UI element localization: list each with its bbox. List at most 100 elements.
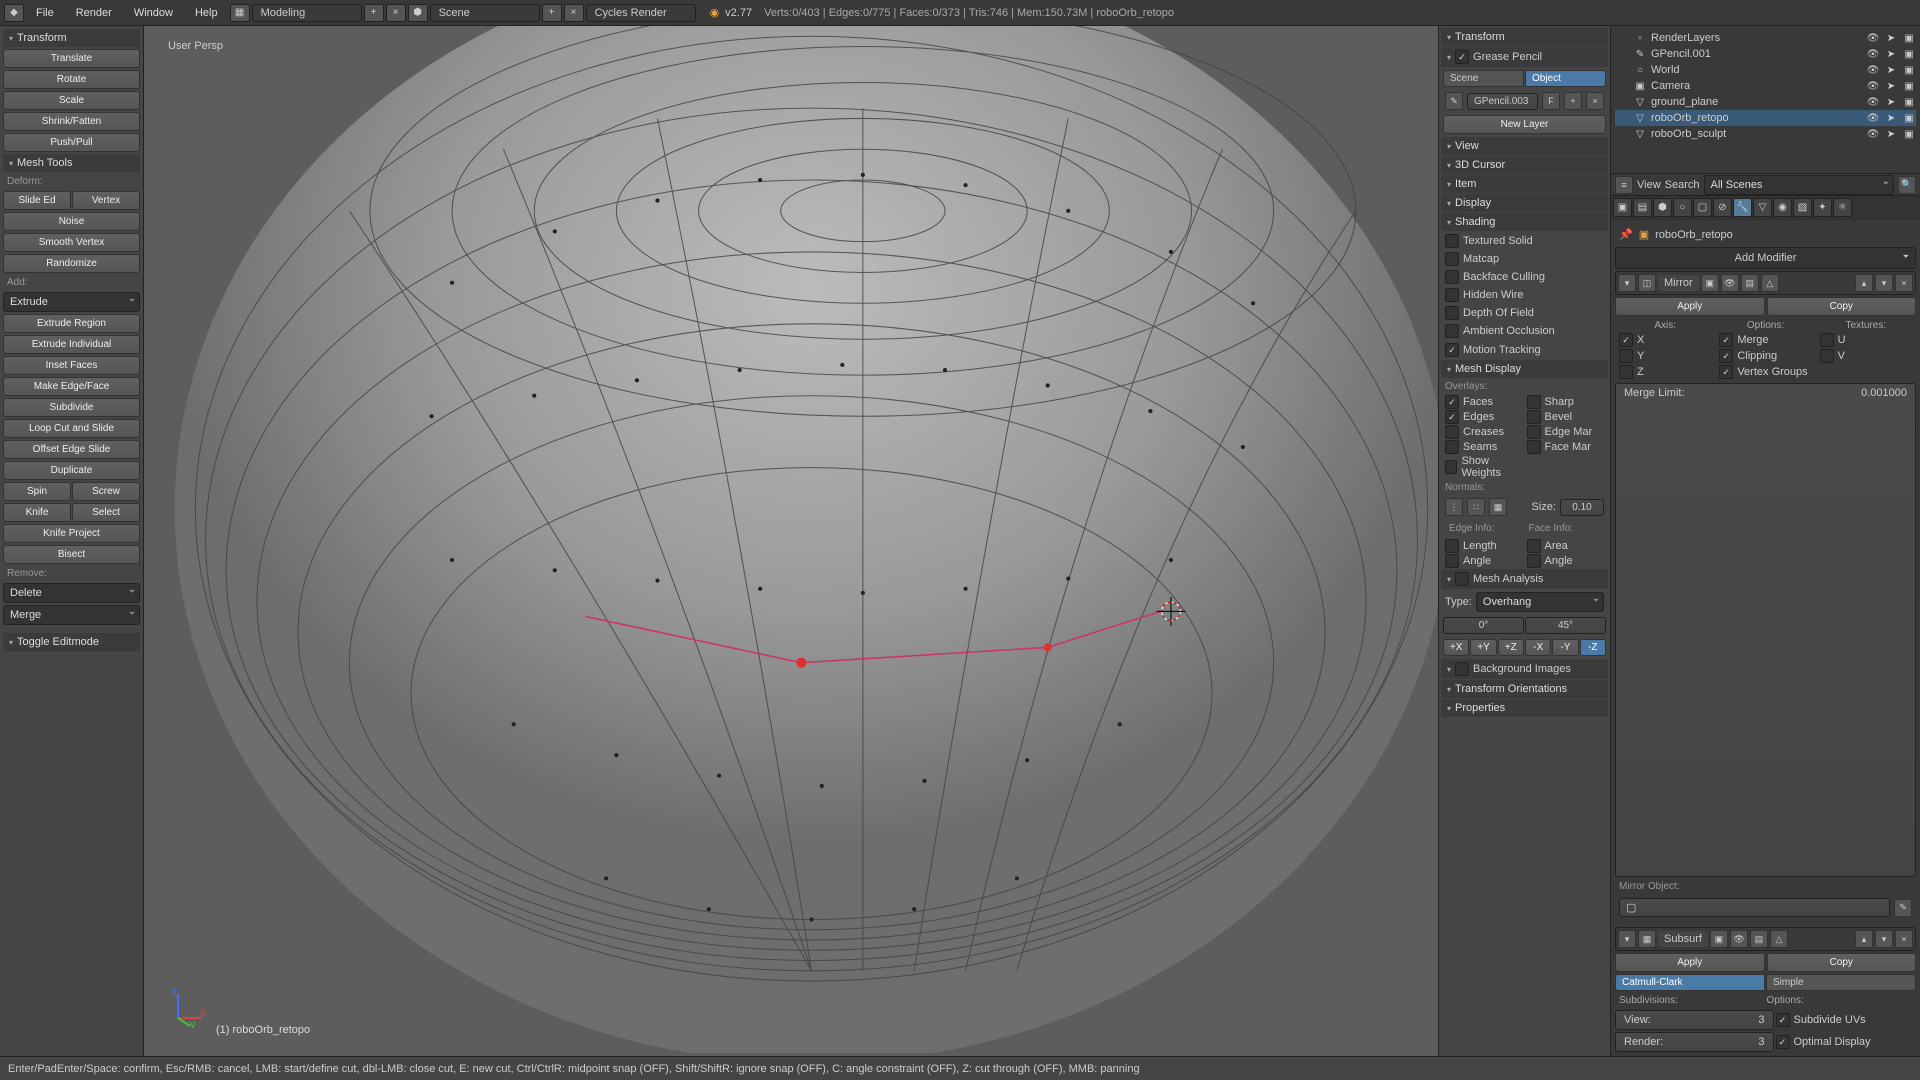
tab-world[interactable]: ○	[1673, 198, 1692, 217]
overlay-Edges-check[interactable]	[1445, 410, 1459, 424]
axis-+Y-button[interactable]: +Y	[1470, 639, 1496, 656]
motion-tracking-check[interactable]	[1445, 343, 1459, 357]
overlay-Creases-check[interactable]	[1445, 425, 1459, 439]
transform-header[interactable]: Transform	[1441, 28, 1608, 46]
visibility-icon[interactable]: 👁	[1866, 79, 1880, 93]
scene-add[interactable]: +	[542, 4, 562, 22]
screen-layout-dropdown[interactable]: Modeling	[252, 4, 362, 22]
layout-del[interactable]: ×	[386, 4, 406, 22]
tab-render-layers[interactable]: ▤	[1633, 198, 1652, 217]
tab-render[interactable]: ▣	[1613, 198, 1632, 217]
gp-name-field[interactable]: GPencil.003	[1467, 93, 1538, 110]
outliner-search-menu[interactable]: Search	[1665, 179, 1700, 191]
selectable-icon[interactable]: ➤	[1884, 63, 1898, 77]
analysis-min[interactable]: 0°	[1443, 617, 1524, 634]
subdivide-uvs-check[interactable]	[1776, 1013, 1790, 1027]
renderable-icon[interactable]: ▣	[1902, 47, 1916, 61]
grease-pencil-header[interactable]: Grease Pencil	[1441, 47, 1608, 67]
shading-5-check[interactable]	[1445, 324, 1459, 338]
axis-+Z-button[interactable]: +Z	[1498, 639, 1524, 656]
outliner-filter-dropdown[interactable]: All Scenes	[1704, 175, 1894, 195]
pin-icon[interactable]: 📌	[1619, 228, 1633, 241]
loop-cut-button[interactable]: Loop Cut and Slide	[3, 419, 140, 438]
push-pull-button[interactable]: Push/Pull	[3, 133, 140, 152]
outliner-item-RenderLayers[interactable]: ▫RenderLayers👁➤▣	[1615, 30, 1916, 46]
tab-data[interactable]: ▽	[1753, 198, 1772, 217]
scale-button[interactable]: Scale	[3, 91, 140, 110]
mirror-x-check[interactable]	[1619, 333, 1633, 347]
outliner-item-roboOrb_retopo[interactable]: ▽roboOrb_retopo👁➤▣	[1615, 110, 1916, 126]
outliner-item-Camera[interactable]: ▣Camera👁➤▣	[1615, 78, 1916, 94]
tab-physics[interactable]: ⚛	[1833, 198, 1852, 217]
axis--X-button[interactable]: -X	[1525, 639, 1551, 656]
mirror-object-field[interactable]: ▢	[1619, 898, 1890, 917]
selectable-icon[interactable]: ➤	[1884, 31, 1898, 45]
subsurf-realtime[interactable]: 👁	[1730, 930, 1748, 948]
mirror-expand[interactable]: ▾	[1618, 274, 1636, 292]
noise-button[interactable]: Noise	[3, 212, 140, 231]
tab-object[interactable]: ▢	[1693, 198, 1712, 217]
randomize-button[interactable]: Randomize	[3, 254, 140, 273]
selectable-icon[interactable]: ➤	[1884, 111, 1898, 125]
mirror-merge-check[interactable]	[1719, 333, 1733, 347]
scene-icon[interactable]: ⬢	[408, 4, 428, 22]
normal-size-field[interactable]: 0.10	[1560, 499, 1604, 516]
renderable-icon[interactable]: ▣	[1902, 63, 1916, 77]
visibility-icon[interactable]: 👁	[1866, 63, 1880, 77]
subsurf-view-field[interactable]: View:3	[1615, 1010, 1774, 1030]
subsurf-delete[interactable]: ×	[1895, 930, 1913, 948]
overlay-Face Mar-check[interactable]	[1527, 440, 1541, 454]
slide-edge-button[interactable]: Slide Ed	[3, 191, 71, 210]
mirror-copy-button[interactable]: Copy	[1767, 297, 1917, 316]
knife-select-button[interactable]: Select	[72, 503, 140, 522]
spin-button[interactable]: Spin	[3, 482, 71, 501]
rotate-button[interactable]: Rotate	[3, 70, 140, 89]
bg-images-check[interactable]	[1455, 662, 1469, 676]
mirror-move-up[interactable]: ▴	[1855, 274, 1873, 292]
outliner-item-roboOrb_sculpt[interactable]: ▽roboOrb_sculpt👁➤▣	[1615, 126, 1916, 142]
merge-dropdown[interactable]: Merge	[3, 605, 140, 625]
subsurf-render-field[interactable]: Render:3	[1615, 1032, 1774, 1052]
subsurf-cage[interactable]: △	[1770, 930, 1788, 948]
mirror-y-check[interactable]	[1619, 349, 1633, 363]
mirror-name-field[interactable]: Mirror	[1658, 275, 1699, 291]
mirror-v-check[interactable]	[1820, 349, 1834, 363]
selectable-icon[interactable]: ➤	[1884, 127, 1898, 141]
visibility-icon[interactable]: 👁	[1866, 127, 1880, 141]
menu-file[interactable]: File	[26, 3, 64, 23]
analysis-type-dropdown[interactable]: Overhang	[1476, 592, 1604, 612]
render-engine-dropdown[interactable]: Cycles Render	[586, 4, 696, 22]
item-header[interactable]: Item	[1441, 175, 1608, 193]
mesh-display-header[interactable]: Mesh Display	[1441, 360, 1608, 378]
subsurf-render[interactable]: ▣	[1710, 930, 1728, 948]
mesh-analysis-check[interactable]	[1455, 572, 1469, 586]
tab-particles[interactable]: ✦	[1813, 198, 1832, 217]
tab-modifiers[interactable]: 🔧	[1733, 198, 1752, 217]
tab-constraints[interactable]: ⊘	[1713, 198, 1732, 217]
knife-button[interactable]: Knife	[3, 503, 71, 522]
visibility-icon[interactable]: 👁	[1866, 31, 1880, 45]
subsurf-name-field[interactable]: Subsurf	[1658, 931, 1708, 947]
smooth-vertex-button[interactable]: Smooth Vertex	[3, 233, 140, 252]
knife-project-button[interactable]: Knife Project	[3, 524, 140, 543]
mirror-render[interactable]: ▣	[1701, 274, 1719, 292]
extrude-dropdown[interactable]: Extrude	[3, 292, 140, 312]
mirror-move-down[interactable]: ▾	[1875, 274, 1893, 292]
renderable-icon[interactable]: ▣	[1902, 79, 1916, 93]
optimal-display-check[interactable]	[1776, 1035, 1790, 1049]
mirror-cage[interactable]: △	[1761, 274, 1779, 292]
subsurf-expand[interactable]: ▾	[1618, 930, 1636, 948]
selectable-icon[interactable]: ➤	[1884, 79, 1898, 93]
shrink-fatten-button[interactable]: Shrink/Fatten	[3, 112, 140, 131]
renderable-icon[interactable]: ▣	[1902, 127, 1916, 141]
layout-icon[interactable]: ▦	[230, 4, 250, 22]
new-layer-button[interactable]: New Layer	[1443, 115, 1606, 134]
outliner-search-icon[interactable]: 🔍	[1898, 176, 1916, 194]
simple-button[interactable]: Simple	[1766, 974, 1916, 991]
gp-unlink[interactable]: ×	[1586, 92, 1604, 110]
bisect-button[interactable]: Bisect	[3, 545, 140, 564]
visibility-icon[interactable]: 👁	[1866, 111, 1880, 125]
normal-vert-icon[interactable]: ⋮	[1445, 498, 1463, 516]
3d-viewport[interactable]: User Persp	[144, 26, 1438, 1056]
axis-+X-button[interactable]: +X	[1443, 639, 1469, 656]
